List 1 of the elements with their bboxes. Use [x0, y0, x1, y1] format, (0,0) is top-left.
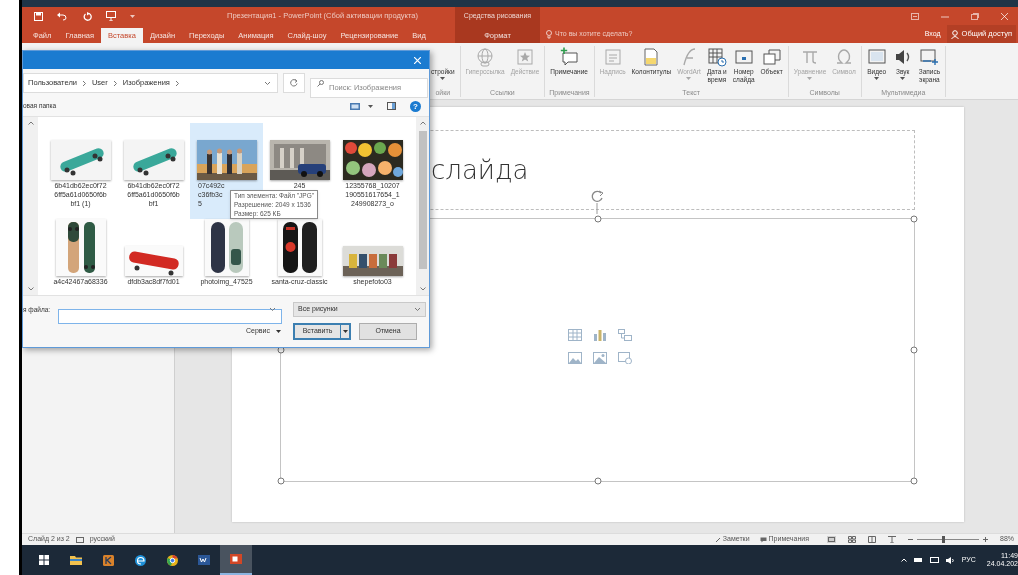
- slide-title: слайда: [431, 153, 529, 187]
